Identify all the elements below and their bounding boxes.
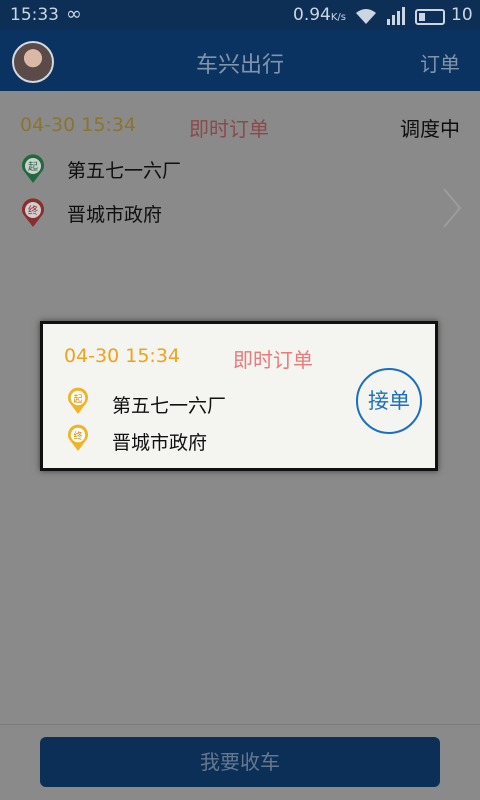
network-speed-unit: K/s	[330, 12, 346, 23]
title-bar: 车兴出行 订单	[0, 30, 480, 91]
battery-icon	[415, 9, 445, 25]
order-status: 调度中	[400, 117, 460, 141]
dialog-end-address: 晋城市政府	[112, 432, 208, 454]
new-order-dialog: 04-30 15:34 即时订单 起 第五七一六厂 终 晋城市政府 接单	[40, 321, 438, 471]
order-type: 即时订单	[189, 117, 269, 141]
order-card[interactable]: 04-30 15:34 即时订单 调度中 起 第五七一六厂 终 晋城市政府	[0, 91, 480, 241]
status-bar: 15:33 ∞ 0.94K/s 10	[0, 0, 480, 30]
end-address: 晋城市政府	[67, 204, 163, 226]
dialog-end-pin-label: 终	[73, 430, 82, 442]
map-pin-icon: 终	[68, 424, 88, 451]
start-pin-label: 起	[28, 161, 38, 173]
stop-receiving-button[interactable]: 我要收车	[40, 737, 440, 787]
dialog-start-pin-label: 起	[73, 394, 82, 405]
wifi-icon	[356, 9, 376, 24]
network-speed: 0.94K/s	[293, 5, 346, 25]
chevron-right-icon[interactable]	[442, 187, 462, 229]
signal-icon	[387, 7, 405, 25]
accept-order-button[interactable]: 接单	[356, 368, 422, 434]
battery-level: 10	[451, 5, 473, 25]
end-pin-label: 终	[28, 204, 38, 217]
infinity-icon: ∞	[66, 3, 82, 25]
network-speed-value: 0.94	[293, 5, 331, 25]
order-time: 04-30 15:34	[20, 114, 137, 136]
dialog-order-time: 04-30 15:34	[64, 345, 181, 367]
start-pin-icon: 起	[22, 154, 44, 183]
map-pin-icon: 起	[68, 387, 88, 414]
bottom-divider	[0, 724, 480, 725]
dialog-start-address: 第五七一六厂	[112, 395, 227, 417]
orders-link[interactable]: 订单	[420, 48, 460, 77]
start-address: 第五七一六厂	[67, 160, 182, 182]
end-pin-icon: 终	[22, 198, 44, 227]
page-title: 车兴出行	[195, 53, 284, 78]
dialog-order-type: 即时订单	[233, 348, 313, 372]
status-time: 15:33	[10, 5, 59, 25]
